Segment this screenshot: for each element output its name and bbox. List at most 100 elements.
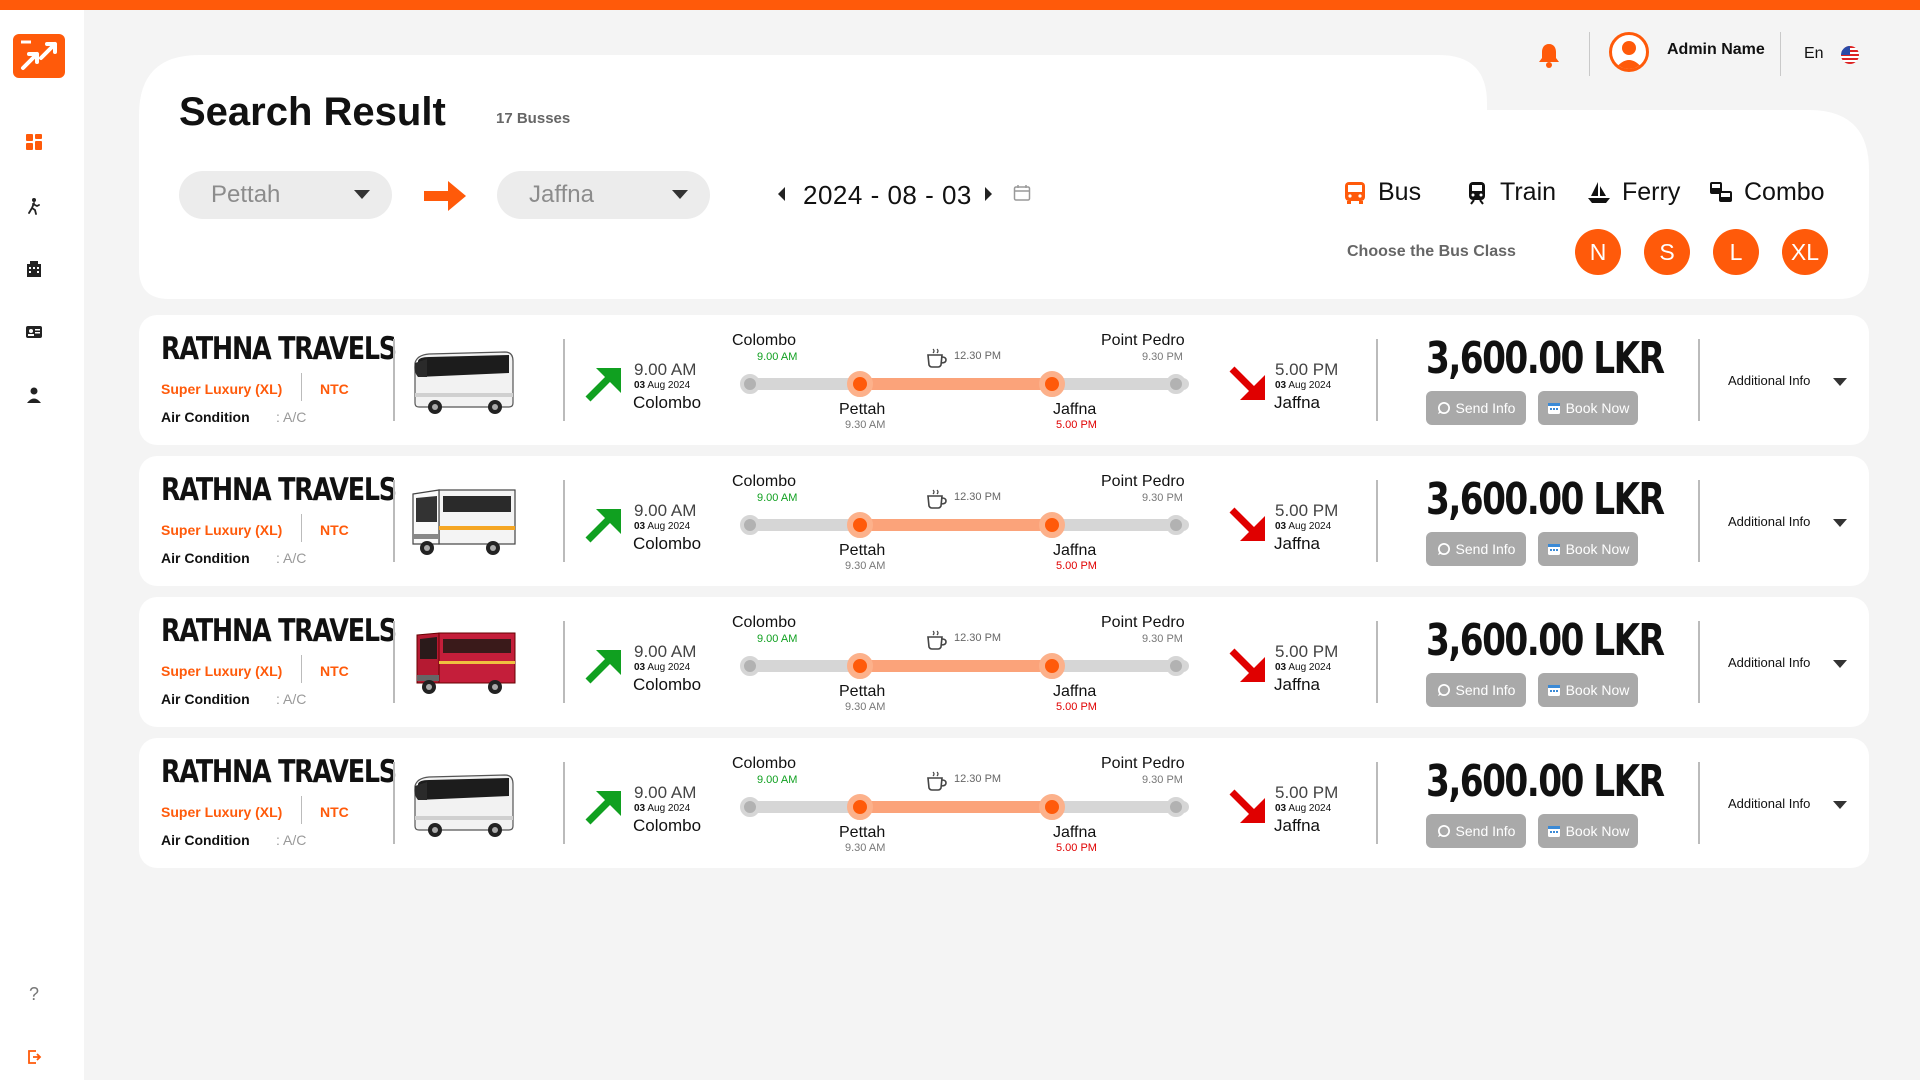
mode-ferry[interactable]: Ferry	[1586, 178, 1680, 207]
book-now-button[interactable]: Book Now	[1538, 673, 1638, 707]
boarding-time: 9.30 AM	[845, 701, 886, 713]
start-stop: Colombo	[732, 332, 797, 349]
departure-city: Colombo	[633, 675, 702, 694]
dropping-time: 5.00 PM	[1056, 560, 1097, 572]
send-info-button[interactable]: Send Info	[1426, 673, 1526, 707]
book-now-label: Book Now	[1565, 400, 1630, 416]
user-icon[interactable]	[22, 383, 46, 407]
help-icon[interactable]: ?	[22, 982, 46, 1006]
air-condition-label: Air Condition	[161, 550, 250, 566]
dropping-time: 5.00 PM	[1056, 701, 1097, 713]
boarding-stop: Pettah	[839, 542, 886, 559]
class-s-button[interactable]: S	[1644, 229, 1690, 275]
chevron-down-icon[interactable]	[1833, 378, 1847, 386]
air-condition-value: : A/C	[276, 550, 307, 566]
class-l-button[interactable]: L	[1713, 229, 1759, 275]
dropping-time: 5.00 PM	[1056, 419, 1097, 431]
divider	[301, 514, 302, 542]
boarding-dot	[847, 794, 873, 820]
from-select[interactable]: Pettah	[179, 171, 392, 219]
send-info-button[interactable]: Send Info	[1426, 814, 1526, 848]
boarding-time: 9.30 AM	[845, 560, 886, 572]
ticket-price: 3,600.00 LKR	[1426, 333, 1665, 384]
calendar-icon[interactable]	[1013, 184, 1031, 202]
dropping-dot	[1039, 794, 1065, 820]
chevron-down-icon[interactable]	[1833, 801, 1847, 809]
class-n-button[interactable]: N	[1575, 229, 1621, 275]
break-time: 12.30 PM	[954, 632, 1002, 644]
send-info-button[interactable]: Send Info	[1426, 532, 1526, 566]
stop-dot	[1166, 515, 1186, 535]
mode-bus[interactable]: Bus	[1342, 178, 1421, 207]
result-row[interactable]: RATHNA TRAVELS Super Luxury (XL) NTC Air…	[139, 597, 1869, 727]
book-now-button[interactable]: Book Now	[1538, 532, 1638, 566]
start-stop: Colombo	[732, 473, 797, 490]
bus-image	[409, 478, 519, 562]
book-now-label: Book Now	[1565, 541, 1630, 557]
chevron-down-icon[interactable]	[1833, 660, 1847, 668]
class-xl-button[interactable]: XL	[1782, 229, 1828, 275]
result-row[interactable]: RATHNA TRAVELS Super Luxury (XL) NTC Air…	[139, 456, 1869, 586]
mode-combo-label: Combo	[1744, 178, 1825, 206]
date-value: 2024 - 08 - 03	[803, 180, 972, 210]
additional-info-toggle[interactable]: Additional Info	[1728, 373, 1810, 388]
stop-dot	[1166, 797, 1186, 817]
arrival-date: 03 Aug 2024	[1275, 380, 1332, 391]
ticket-price: 3,600.00 LKR	[1426, 615, 1665, 666]
dashboard-icon[interactable]	[22, 130, 46, 154]
traveler-icon[interactable]	[22, 194, 46, 218]
bus-image	[409, 760, 519, 844]
result-row[interactable]: RATHNA TRAVELS Super Luxury (XL) NTC Air…	[139, 738, 1869, 868]
next-date-icon[interactable]	[985, 187, 992, 201]
end-stop: Point Pedro	[1101, 614, 1185, 631]
chevron-down-icon	[354, 190, 370, 199]
previous-date-icon[interactable]	[778, 187, 785, 201]
additional-info-toggle[interactable]: Additional Info	[1728, 655, 1810, 670]
departure-city: Colombo	[633, 816, 702, 835]
whatsapp-icon	[1437, 684, 1450, 696]
logo-icon[interactable]	[13, 34, 65, 78]
to-select-value: Jaffna	[529, 181, 594, 208]
dropping-dot	[1039, 512, 1065, 538]
sidebar: ?	[0, 10, 84, 1080]
additional-info-toggle[interactable]: Additional Info	[1728, 796, 1810, 811]
boarding-dot	[847, 512, 873, 538]
send-info-label: Send Info	[1455, 823, 1516, 839]
boarding-stop: Pettah	[839, 683, 886, 700]
divider	[563, 621, 565, 703]
start-time: 9.00 AM	[757, 774, 798, 786]
book-now-button[interactable]: Book Now	[1538, 391, 1638, 425]
departure-city: Colombo	[633, 534, 702, 553]
booking-calendar-icon	[1547, 685, 1560, 696]
result-row[interactable]: RATHNA TRAVELS Super Luxury (XL) NTC Air…	[139, 315, 1869, 445]
mode-train[interactable]: Train	[1464, 178, 1556, 207]
start-time: 9.00 AM	[757, 633, 798, 645]
send-info-button[interactable]: Send Info	[1426, 391, 1526, 425]
boarding-stop: Pettah	[839, 824, 886, 841]
departure-date: 03 Aug 2024	[634, 803, 691, 814]
chevron-down-icon[interactable]	[1833, 519, 1847, 527]
booking-calendar-icon	[1547, 403, 1560, 414]
book-now-button[interactable]: Book Now	[1538, 814, 1638, 848]
additional-info-toggle[interactable]: Additional Info	[1728, 514, 1810, 529]
break-time: 12.30 PM	[954, 491, 1002, 503]
book-now-label: Book Now	[1565, 823, 1630, 839]
end-stop: Point Pedro	[1101, 755, 1185, 772]
arrival-arrow-icon	[1229, 789, 1265, 823]
stop-dot	[740, 656, 760, 676]
divider	[1376, 480, 1378, 562]
building-icon[interactable]	[22, 257, 46, 281]
whatsapp-icon	[1437, 402, 1450, 414]
mode-combo[interactable]: Combo	[1708, 178, 1825, 207]
mode-bus-label: Bus	[1378, 178, 1422, 206]
bus-class: Super Luxury (XL)	[161, 663, 283, 679]
bus-photo-icon	[416, 632, 516, 694]
logout-icon[interactable]	[22, 1045, 46, 1069]
train-icon	[1469, 181, 1485, 205]
journey-segment	[862, 519, 1054, 531]
id-card-icon[interactable]	[22, 320, 46, 344]
to-select[interactable]: Jaffna	[497, 171, 710, 219]
route-arrow-icon	[424, 181, 466, 211]
bus-class: Super Luxury (XL)	[161, 522, 283, 538]
journey-segment	[862, 378, 1054, 390]
